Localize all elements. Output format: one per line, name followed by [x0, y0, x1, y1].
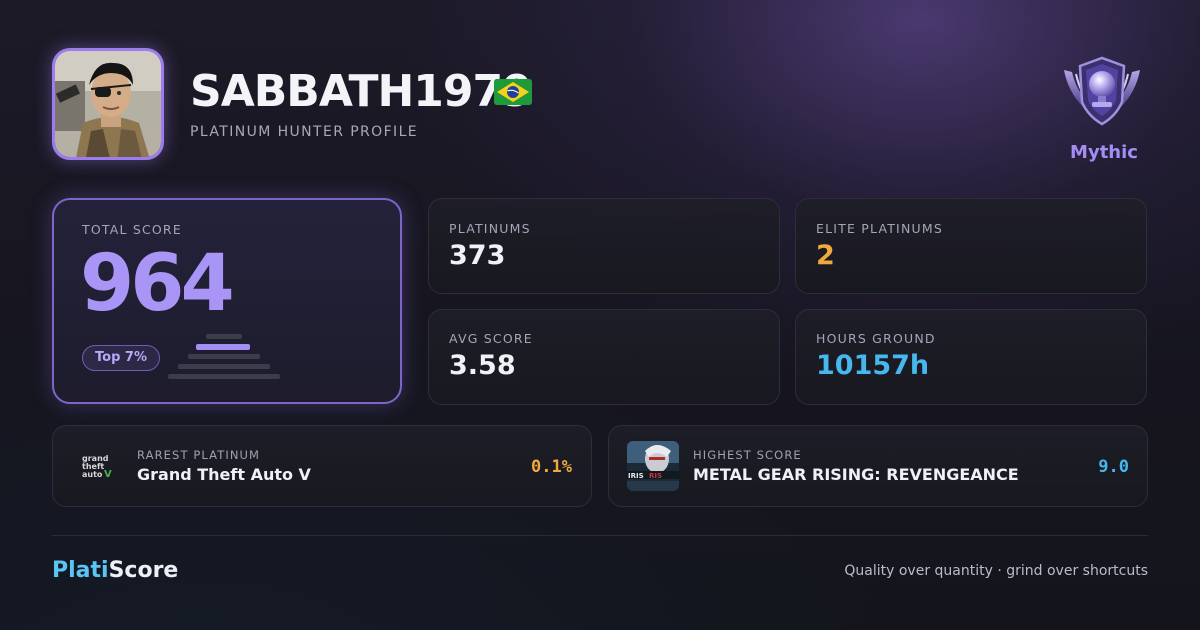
highest-score-title: METAL GEAR RISING: REVENGEANCE	[693, 465, 1019, 484]
trophy-emblem-icon	[1058, 52, 1146, 132]
rank-pyramid-icon	[168, 334, 280, 382]
elite-platinums-card	[795, 198, 1147, 294]
brand-part1: Plati	[52, 558, 109, 583]
hours-ground-value: 10157h	[816, 350, 930, 381]
svg-text:V: V	[104, 469, 112, 480]
profile-avatar	[52, 48, 164, 160]
tier-label: Mythic	[1070, 142, 1138, 163]
profile-subtitle: PLATINUM HUNTER PROFILE	[190, 124, 419, 140]
elite-platinums-label: ELITE PLATINUMS	[816, 221, 943, 236]
brand-part2: Score	[108, 558, 179, 583]
total-score-label: TOTAL SCORE	[82, 222, 182, 237]
svg-text:RIS: RIS	[649, 472, 662, 480]
rarest-platinum-title: Grand Theft Auto V	[137, 465, 311, 484]
avatar-portrait	[55, 51, 161, 157]
brazil-flag-icon	[494, 79, 532, 105]
hours-ground-label: HOURS GROUND	[816, 331, 936, 346]
gta-v-logo-icon: grand theft auto V	[80, 452, 114, 482]
svg-text:auto: auto	[82, 470, 103, 479]
rarest-platinum-percent: 0.1%	[531, 457, 572, 477]
elite-platinums-value: 2	[816, 240, 835, 271]
footer-divider	[52, 535, 1148, 536]
rarest-platinum-label: RAREST PLATINUM	[137, 448, 261, 462]
total-score-value: 964	[80, 239, 235, 329]
svg-text:IRIS: IRIS	[628, 472, 644, 480]
platinums-label: PLATINUMS	[449, 221, 531, 236]
rank-badge: Top 7%	[82, 345, 160, 371]
platinums-value: 373	[449, 240, 506, 271]
footer-tagline: Quality over quantity · grind over short…	[844, 563, 1148, 579]
platiscore-logo[interactable]: PlatiScore	[52, 558, 178, 584]
avg-score-label: AVG SCORE	[449, 331, 533, 346]
username: SABBATH1979	[190, 66, 533, 117]
highest-score-value: 9.0	[1098, 457, 1129, 477]
rarest-platinum-card[interactable]	[52, 425, 592, 507]
metal-gear-rising-cover-icon: IRIS RIS	[627, 441, 679, 491]
highest-score-label: HIGHEST SCORE	[693, 448, 802, 462]
avg-score-value: 3.58	[449, 350, 516, 381]
